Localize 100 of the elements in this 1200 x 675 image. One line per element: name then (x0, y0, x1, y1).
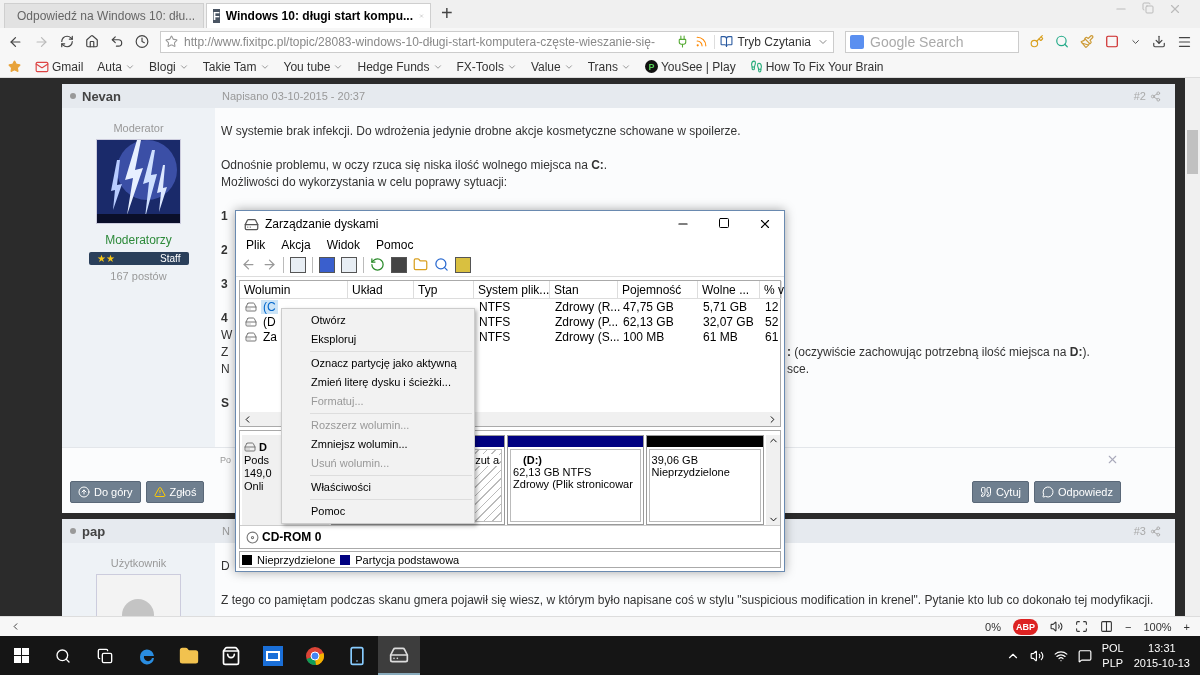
bookmark[interactable]: Hedge Funds (357, 59, 443, 74)
table-cell[interactable]: Za (261, 329, 279, 344)
partition[interactable]: 39,06 GB Nieprzydzielone (645, 435, 765, 526)
address-bar[interactable]: http://www.fixitpc.pl/topic/28083-windows-10-długi-start-komputera-częste-wieszanie-się- Tryb Czytania (160, 30, 835, 53)
menu-item[interactable]: Oznacz partycję jako aktywną (282, 354, 474, 373)
panel-icon[interactable] (290, 256, 306, 273)
partition[interactable]: (D:) 62,13 GB NTFS Zdrowy (Plik stronicowar (507, 435, 644, 526)
maximize-icon[interactable] (718, 217, 730, 229)
menu-item[interactable]: Pomoc (376, 238, 414, 253)
bag-icon (221, 645, 241, 666)
menu-item[interactable]: Plik (246, 238, 266, 253)
post-button[interactable]: Zgłoś (145, 481, 205, 504)
undo-icon[interactable] (110, 34, 125, 50)
disk-name: D (259, 441, 267, 454)
bookmark[interactable]: How To Fix Your Brain (749, 59, 884, 74)
table-cell[interactable]: (C (261, 299, 278, 314)
home-icon[interactable] (84, 34, 99, 50)
post-text: Odnośnie problemu, w oczy rzuca się niska ilość wolnego miejsca na C:. (221, 157, 608, 175)
arrow-up-icon (78, 486, 90, 499)
post-text: Z tego co pamiętam podczas skanu gmera pojawił się wiesz, w którym było napisane coś w stylu "suspicious modification in krenel". Pytanie kto lub co dokonało tej modyfikacji. (221, 592, 1154, 610)
menu-item[interactable]: Akcja (281, 238, 311, 253)
search-icon[interactable] (55, 647, 71, 664)
column-header[interactable]: % v (760, 281, 782, 300)
user-role: Moderator (113, 122, 164, 135)
column-header[interactable]: Wolumin (240, 281, 348, 300)
speaker-icon[interactable] (1029, 648, 1044, 663)
column-header[interactable]: System plik... (474, 281, 550, 300)
fullscreen-icon[interactable] (1075, 620, 1088, 634)
star-icon[interactable] (8, 60, 21, 73)
column-header[interactable]: Pojemność (618, 281, 698, 300)
drive-icon (245, 300, 257, 313)
notification-icon[interactable] (1077, 648, 1092, 663)
disk-name: CD-ROM 0 (262, 530, 322, 545)
post-author[interactable]: pap (82, 523, 106, 539)
menu-item[interactable]: Eksploruj (282, 330, 474, 349)
speaker-icon[interactable] (1050, 620, 1063, 634)
split-view-icon[interactable] (1100, 620, 1113, 634)
table-cell: NTFS (479, 314, 511, 329)
disk-info: 149,0 (244, 467, 272, 480)
adblock-icon[interactable]: ABP (1012, 618, 1038, 635)
post-button[interactable]: Odpowiedz (1033, 481, 1121, 504)
partition-name: (D:) (522, 454, 542, 467)
post-button[interactable]: Do góry (70, 481, 141, 504)
column-header[interactable]: Typ (414, 281, 474, 300)
close-icon[interactable] (758, 217, 772, 231)
menu-item[interactable]: Otwórz (282, 311, 474, 330)
quote-icon (979, 486, 992, 499)
hard-drive-icon (244, 216, 259, 232)
panel-icon[interactable] (341, 256, 357, 273)
bookmark[interactable]: P YouSee | Play (644, 59, 736, 74)
windows-logo-icon[interactable] (13, 648, 29, 664)
extension-icon[interactable] (1104, 34, 1119, 50)
settings-icon[interactable] (455, 256, 471, 273)
forward-icon[interactable] (262, 257, 277, 273)
bookmark[interactable]: Auta (97, 59, 136, 74)
browser-tab[interactable]: Odpowiedź na Windows 10: dłu... (4, 2, 204, 28)
menu-item[interactable]: Zmniejsz wolumin... (282, 435, 474, 454)
post-text: S (221, 395, 229, 413)
help-icon[interactable] (319, 256, 335, 273)
table-cell: NTFS (479, 329, 511, 344)
site-logo: F (213, 8, 220, 23)
bookmark[interactable]: Value (530, 59, 574, 74)
menu-item[interactable]: Zmień literę dysku i ścieżki... (282, 373, 474, 392)
table-cell[interactable]: (D (261, 314, 278, 329)
wifi-icon[interactable] (1053, 648, 1068, 663)
disc-icon (246, 530, 259, 544)
column-header[interactable]: Wolne ... (698, 281, 760, 300)
new-tab-button[interactable]: + (441, 2, 453, 26)
magnifier-icon[interactable] (434, 257, 449, 273)
download-icon[interactable] (1152, 34, 1167, 50)
column-header[interactable]: Układ (348, 281, 414, 300)
bookmark[interactable]: FX-Tools (456, 59, 517, 74)
bookmark[interactable]: Trans (587, 59, 631, 74)
clock-icon[interactable] (135, 34, 150, 50)
bookmark[interactable]: Blogi (149, 59, 189, 74)
zoom-in-button[interactable]: + (1183, 620, 1190, 633)
reload-icon[interactable] (59, 34, 74, 50)
menu-item[interactable]: Widok (326, 238, 361, 253)
refresh-icon[interactable] (370, 257, 385, 273)
menu-item[interactable]: Pomoc (282, 502, 474, 521)
table-cell: NTFS (479, 299, 511, 314)
bookmark[interactable]: Gmail (35, 59, 84, 74)
task-view-icon[interactable] (97, 647, 113, 664)
post-date: N (222, 525, 230, 538)
post-text: W (221, 327, 233, 345)
menu-item[interactable]: Właściwości (282, 478, 474, 497)
star-icon[interactable] (165, 35, 179, 49)
zoom-out-button[interactable]: − (1125, 620, 1132, 633)
column-header[interactable]: Stan (550, 281, 618, 300)
properties-icon[interactable] (391, 256, 407, 273)
reader-mode-button[interactable]: Tryb Czytania (714, 34, 812, 49)
language-indicator[interactable]: POL PLP (1101, 640, 1124, 671)
clock[interactable]: 13:31 2015-10-13 (1133, 640, 1190, 671)
scrollbar-thumb[interactable] (1187, 130, 1198, 175)
post-author[interactable]: Nevan (82, 88, 122, 104)
browser-tab[interactable]: F Windows 10: długi start kompu... (206, 2, 431, 28)
post-button[interactable]: Cytuj (971, 481, 1029, 504)
vertical-scrollbar[interactable] (766, 435, 780, 526)
bookmark[interactable]: You tube (283, 59, 344, 74)
bookmark[interactable]: Takie Tam (202, 59, 270, 74)
